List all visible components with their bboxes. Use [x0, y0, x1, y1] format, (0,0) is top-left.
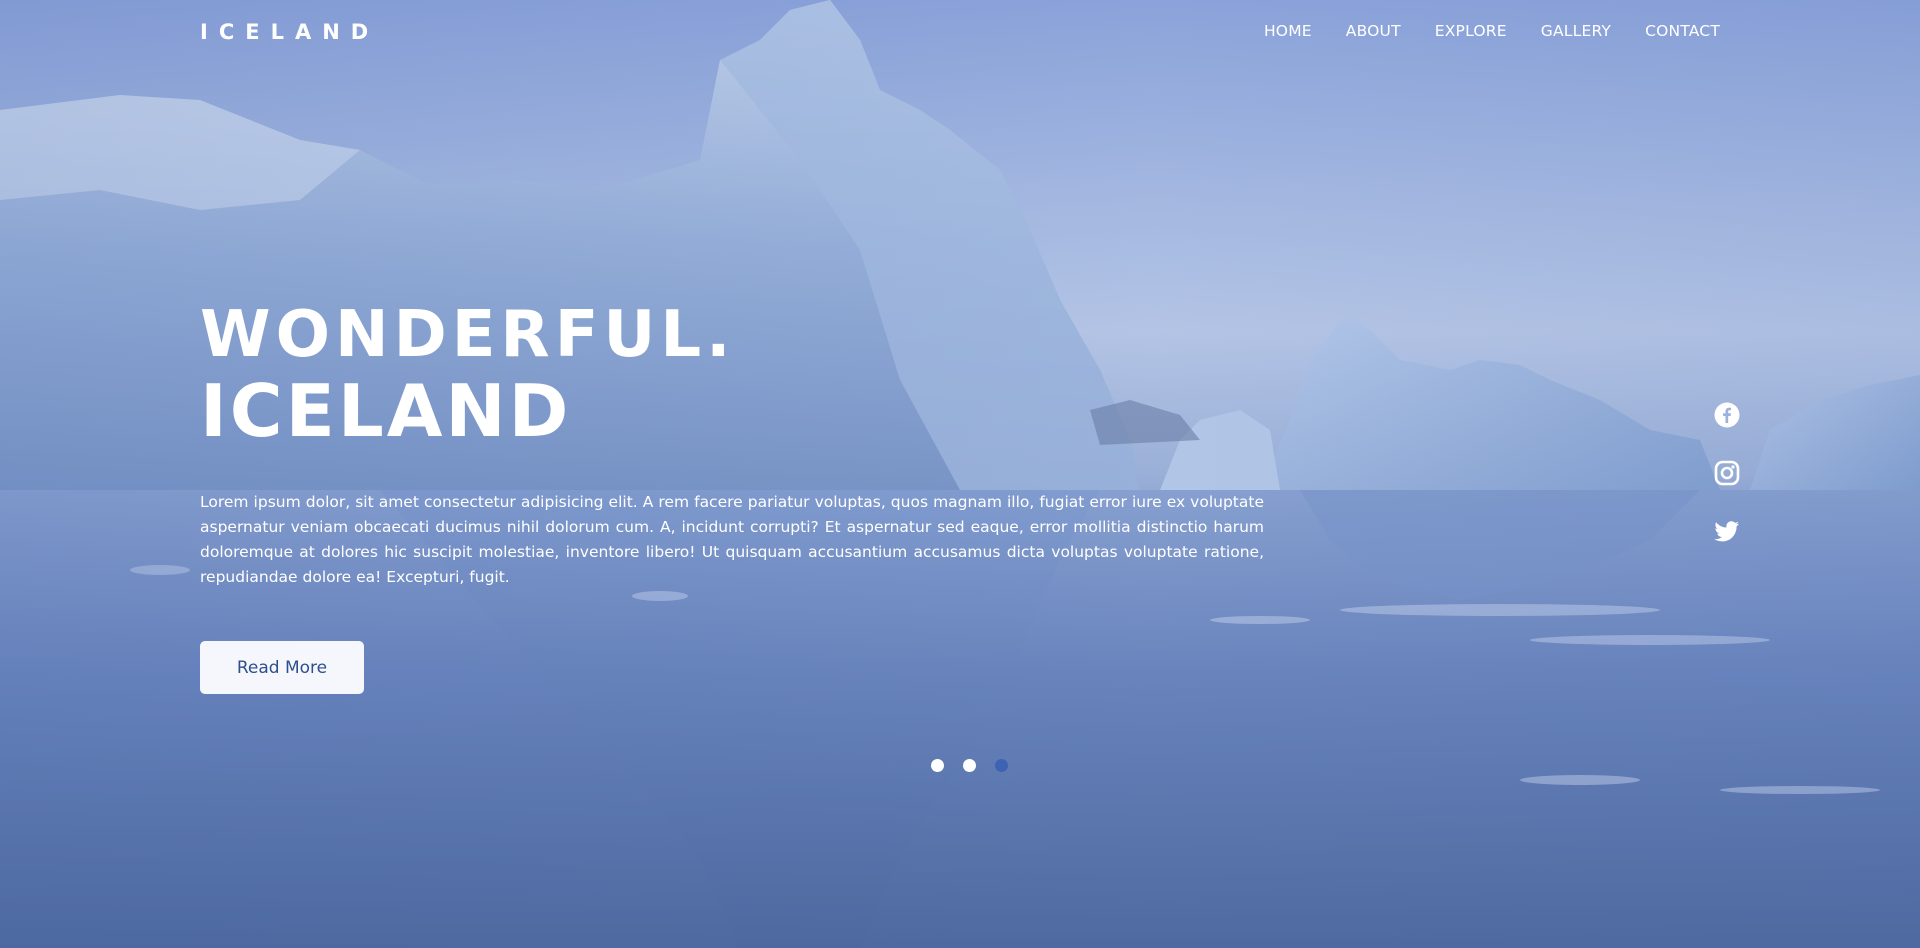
read-more-button[interactable]: Read More [200, 641, 364, 694]
twitter-icon[interactable] [1714, 518, 1740, 544]
hero-title-line2: ICELAND [200, 369, 572, 453]
hero-title-line1: WONDERFUL. [200, 298, 736, 372]
main-nav: HOME ABOUT EXPLORE GALLERY CONTACT [1264, 22, 1720, 40]
background-overlay [0, 0, 1920, 948]
slider-dots [931, 759, 1008, 772]
nav-contact[interactable]: CONTACT [1645, 22, 1720, 40]
slider-dot-1[interactable] [931, 759, 944, 772]
instagram-icon[interactable] [1714, 460, 1740, 486]
slider-dot-3[interactable] [995, 759, 1008, 772]
hero-description: Lorem ipsum dolor, sit amet consectetur … [200, 493, 1264, 586]
nav-about[interactable]: ABOUT [1346, 22, 1401, 40]
nav-home[interactable]: HOME [1264, 22, 1312, 40]
nav-gallery[interactable]: GALLERY [1541, 22, 1611, 40]
social-links [1714, 402, 1740, 576]
slider-dot-2[interactable] [963, 759, 976, 772]
hero-title: WONDERFUL. ICELAND [200, 297, 735, 449]
nav-explore[interactable]: EXPLORE [1435, 22, 1507, 40]
facebook-icon[interactable] [1714, 402, 1740, 428]
site-logo[interactable]: ICELAND [200, 20, 379, 44]
hero-section: ICELAND HOME ABOUT EXPLORE GALLERY CONTA… [0, 0, 1920, 948]
site-header: ICELAND HOME ABOUT EXPLORE GALLERY CONTA… [200, 20, 1720, 44]
